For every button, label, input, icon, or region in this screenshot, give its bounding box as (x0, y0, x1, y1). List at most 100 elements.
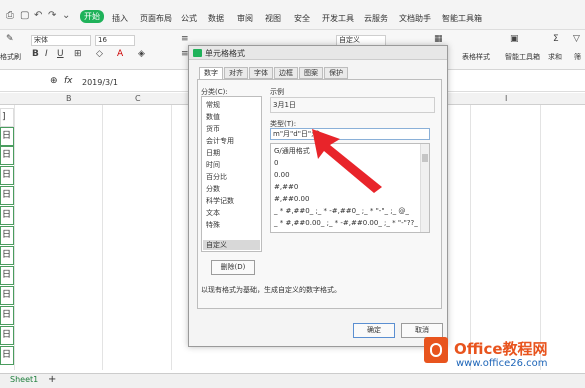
watermark-name: Office教程网 (454, 340, 548, 358)
category-item[interactable]: 特殊 (206, 220, 220, 230)
tab-border[interactable]: 边框 (274, 67, 298, 79)
cell-a[interactable]: 日 (0, 186, 14, 205)
category-item[interactable]: 科学记数 (206, 196, 234, 206)
sum-icon[interactable]: Σ (553, 34, 559, 44)
category-item[interactable]: 会计专用 (206, 136, 234, 146)
smart-toolbox-icon[interactable]: ▣ (510, 34, 519, 44)
watermark-url: www.office26.com (456, 358, 548, 369)
table-style-icon[interactable]: ▦ (434, 34, 443, 44)
category-item[interactable]: 时间 (206, 160, 220, 170)
category-item[interactable]: 货币 (206, 124, 220, 134)
cell-a[interactable]: 日 (0, 306, 14, 325)
cell-a[interactable]: 日 (0, 246, 14, 265)
category-item[interactable]: 常规 (206, 100, 220, 110)
tab-developer[interactable]: 开发工具 (322, 13, 354, 24)
tab-view[interactable]: 视图 (265, 13, 281, 24)
office-logo-icon (424, 337, 448, 363)
format-painter-icon[interactable]: ✎ (6, 34, 14, 44)
column-header-b[interactable]: B (66, 94, 72, 103)
format-item[interactable]: 0 (274, 158, 278, 168)
format-item[interactable]: _ * #,##0.00_ ;_ * -#,##0.00_ ;_ * "-"??… (274, 218, 429, 228)
redo-icon[interactable]: ↷ (48, 10, 56, 21)
tab-formula[interactable]: 公式 (181, 13, 197, 24)
filter-icon[interactable]: ▽ (573, 34, 580, 44)
tab-pattern[interactable]: 图案 (299, 67, 323, 79)
tab-page-layout[interactable]: 页面布局 (140, 13, 172, 24)
fx-label[interactable]: fx (64, 76, 73, 86)
font-size-select[interactable]: 16 (95, 35, 135, 46)
cell-a[interactable]: 日 (0, 346, 14, 365)
cell-a[interactable]: 日 (0, 127, 14, 146)
clear-icon[interactable]: ◈ (138, 49, 145, 59)
category-item[interactable]: 数值 (206, 112, 220, 122)
sample-value: 3月1日 (270, 97, 435, 113)
cell-a[interactable]: 日 (0, 266, 14, 285)
dialog-titlebar[interactable]: 单元格格式 (189, 46, 447, 60)
grid-line (102, 105, 103, 370)
format-item[interactable]: #,##0.00 (274, 194, 309, 204)
category-item-selected[interactable]: 自定义 (206, 240, 227, 250)
cell-a[interactable]: 日 (0, 166, 14, 185)
print-icon[interactable]: ⎙ (6, 10, 14, 21)
format-painter-label[interactable]: 格式刷 (0, 52, 21, 62)
align-top-icon[interactable]: ≡ (181, 34, 189, 44)
format-item[interactable]: #,##0 (274, 182, 298, 192)
cell-a[interactable]: ] (0, 108, 14, 127)
category-list[interactable]: 常规 数值 货币 会计专用 日期 时间 百分比 分数 科学记数 文本 特殊 自定… (201, 96, 262, 252)
italic-icon[interactable]: I (45, 49, 48, 59)
tab-review[interactable]: 审阅 (237, 13, 253, 24)
category-item[interactable]: 百分比 (206, 172, 227, 182)
bold-icon[interactable]: B (32, 49, 39, 59)
font-name-select[interactable]: 宋体 (31, 35, 91, 46)
tab-protection[interactable]: 保护 (324, 67, 348, 79)
cell-a[interactable]: 日 (0, 326, 14, 345)
cell-a[interactable]: 日 (0, 146, 14, 165)
category-item[interactable]: 日期 (206, 148, 220, 158)
table-style-label[interactable]: 表格样式 (462, 52, 490, 62)
tab-insert[interactable]: 插入 (112, 13, 128, 24)
tab-data[interactable]: 数据 (208, 13, 224, 24)
sum-label[interactable]: 求和 (548, 52, 562, 62)
tab-doc-assistant[interactable]: 文档助手 (399, 13, 431, 24)
fill-color-icon[interactable]: ◇ (96, 49, 103, 59)
pointer-arrow-icon (312, 129, 382, 193)
format-list-scrollbar[interactable] (420, 144, 429, 232)
chevron-down-icon[interactable]: ⌄ (62, 10, 70, 21)
cell-a[interactable]: 日 (0, 226, 14, 245)
sheet-bar: Sheet1 + (0, 373, 585, 388)
border-icon[interactable]: ⊞ (74, 49, 82, 59)
sheet-tab[interactable]: Sheet1 (10, 375, 38, 384)
font-color-icon[interactable]: A (117, 49, 123, 59)
app-logo-icon (193, 49, 202, 57)
watermark: Office教程网 www.office26.com (420, 335, 585, 375)
tab-cloud[interactable]: 云服务 (364, 13, 388, 24)
menu-bar: ⎙ ▢ ↶ ↷ ⌄ 开始 插入 页面布局 公式 数据 审阅 视图 安全 开发工具… (0, 0, 585, 30)
add-sheet-icon[interactable]: + (48, 374, 56, 385)
tab-font[interactable]: 字体 (249, 67, 273, 79)
zoom-icon[interactable]: ⊕ (50, 76, 58, 86)
tab-start[interactable]: 开始 (80, 10, 104, 23)
column-header-i[interactable]: I (505, 94, 507, 103)
tab-alignment[interactable]: 对齐 (224, 67, 248, 79)
file-icon[interactable]: ▢ (20, 10, 29, 21)
delete-button[interactable]: 删除(D) (211, 260, 255, 275)
format-cells-dialog: 单元格格式 数字 对齐 字体 边框 图案 保护 分类(C): 常规 数值 货币 … (188, 45, 448, 347)
smart-toolbox-label[interactable]: 智能工具箱 (505, 52, 540, 62)
cell-a[interactable]: 日 (0, 286, 14, 305)
category-item[interactable]: 文本 (206, 208, 220, 218)
underline-icon[interactable]: U (57, 49, 64, 59)
scrollbar-thumb[interactable] (422, 154, 428, 162)
format-item[interactable]: _ * #,##0_ ;_ * -#,##0_ ;_ * "-"_ ;_ @_ (274, 206, 409, 216)
column-header-c[interactable]: C (135, 94, 141, 103)
tab-smart-toolbox[interactable]: 智能工具箱 (442, 13, 482, 24)
category-item[interactable]: 分数 (206, 184, 220, 194)
description-text: 以现有格式为基础，生成自定义的数字格式。 (201, 286, 341, 294)
format-item[interactable]: 0.00 (274, 170, 290, 180)
cell-a[interactable]: 日 (0, 206, 14, 225)
undo-icon[interactable]: ↶ (34, 10, 42, 21)
filter-label[interactable]: 筛 (574, 52, 581, 62)
grid-line (14, 105, 15, 370)
grid-line (171, 105, 172, 370)
ok-button[interactable]: 确定 (353, 323, 395, 338)
tab-security[interactable]: 安全 (294, 13, 310, 24)
